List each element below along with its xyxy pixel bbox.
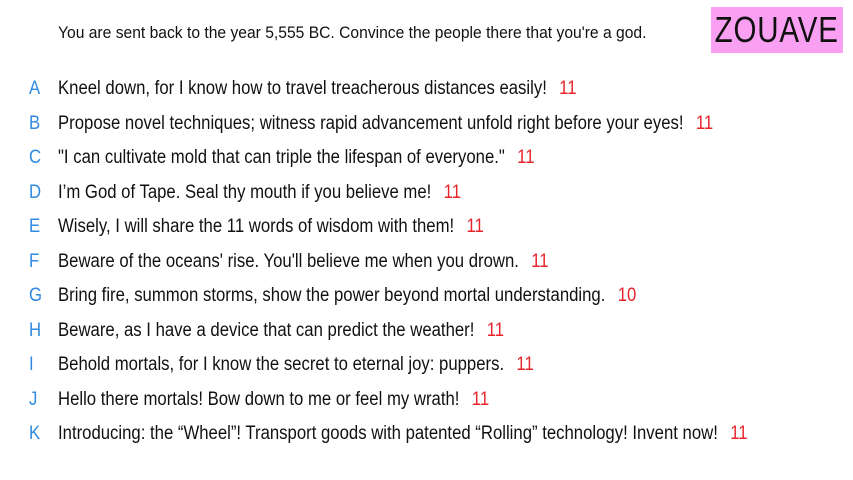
option-letter: C <box>29 147 42 169</box>
option-text: Propose novel techniques; witness rapid … <box>58 112 684 134</box>
option-text: "I can cultivate mold that can triple th… <box>58 147 505 169</box>
option-text: Bring fire, summon storms, show the powe… <box>58 285 606 307</box>
option-row-a: A Kneel down, for I know how to travel t… <box>0 72 853 107</box>
option-text: Kneel down, for I know how to travel tre… <box>58 78 547 100</box>
option-text: I’m God of Tape. Seal thy mouth if you b… <box>58 181 432 203</box>
option-row-c: C "I can cultivate mold that can triple … <box>0 141 853 176</box>
option-text: Behold mortals, for I know the secret to… <box>58 354 505 376</box>
option-row-e: E Wisely, I will share the 11 words of w… <box>0 210 853 245</box>
option-text: Beware, as I have a device that can pred… <box>58 319 475 341</box>
option-list: A Kneel down, for I know how to travel t… <box>0 72 853 452</box>
title-text: ZOUAVE <box>714 9 840 50</box>
word-count: 11 <box>559 78 577 100</box>
option-letter: J <box>29 388 38 410</box>
word-count: 11 <box>695 112 714 134</box>
word-count: 11 <box>443 181 461 203</box>
option-letter: G <box>29 285 43 307</box>
option-row-k: K Introducing: the “Wheel”! Transport go… <box>0 417 853 452</box>
option-row-g: G Bring fire, summon storms, show the po… <box>0 279 853 314</box>
option-letter: F <box>29 250 40 272</box>
option-row-f: F Beware of the oceans' rise. You'll bel… <box>0 245 853 280</box>
word-count: 11 <box>486 319 505 341</box>
option-letter: D <box>29 181 42 203</box>
option-row-h: H Beware, as I have a device that can pr… <box>0 314 853 349</box>
word-count: 11 <box>517 147 535 169</box>
title-badge: ZOUAVE <box>711 7 843 53</box>
option-letter: A <box>29 78 41 100</box>
word-count: 11 <box>516 354 534 376</box>
option-row-d: D I’m God of Tape. Seal thy mouth if you… <box>0 176 853 211</box>
option-letter: I <box>29 354 34 376</box>
word-count: 11 <box>466 216 484 238</box>
word-count: 11 <box>471 388 490 410</box>
option-text: Introducing: the “Wheel”! Transport good… <box>58 423 718 445</box>
option-text: Wisely, I will share the 11 words of wis… <box>58 216 455 238</box>
word-count: 10 <box>617 285 637 307</box>
option-letter: E <box>29 216 41 238</box>
option-text: Hello there mortals! Bow down to me or f… <box>58 388 460 410</box>
word-count: 11 <box>531 250 549 272</box>
option-row-j: J Hello there mortals! Bow down to me or… <box>0 383 853 418</box>
word-count: 11 <box>730 423 748 445</box>
option-letter: B <box>29 112 41 134</box>
option-row-i: I Behold mortals, for I know the secret … <box>0 348 853 383</box>
option-letter: K <box>29 423 41 445</box>
option-text: Beware of the oceans' rise. You'll belie… <box>58 250 519 272</box>
option-letter: H <box>29 319 42 341</box>
prompt-text: You are sent back to the year 5,555 BC. … <box>58 23 647 42</box>
option-row-b: B Propose novel techniques; witness rapi… <box>0 107 853 142</box>
